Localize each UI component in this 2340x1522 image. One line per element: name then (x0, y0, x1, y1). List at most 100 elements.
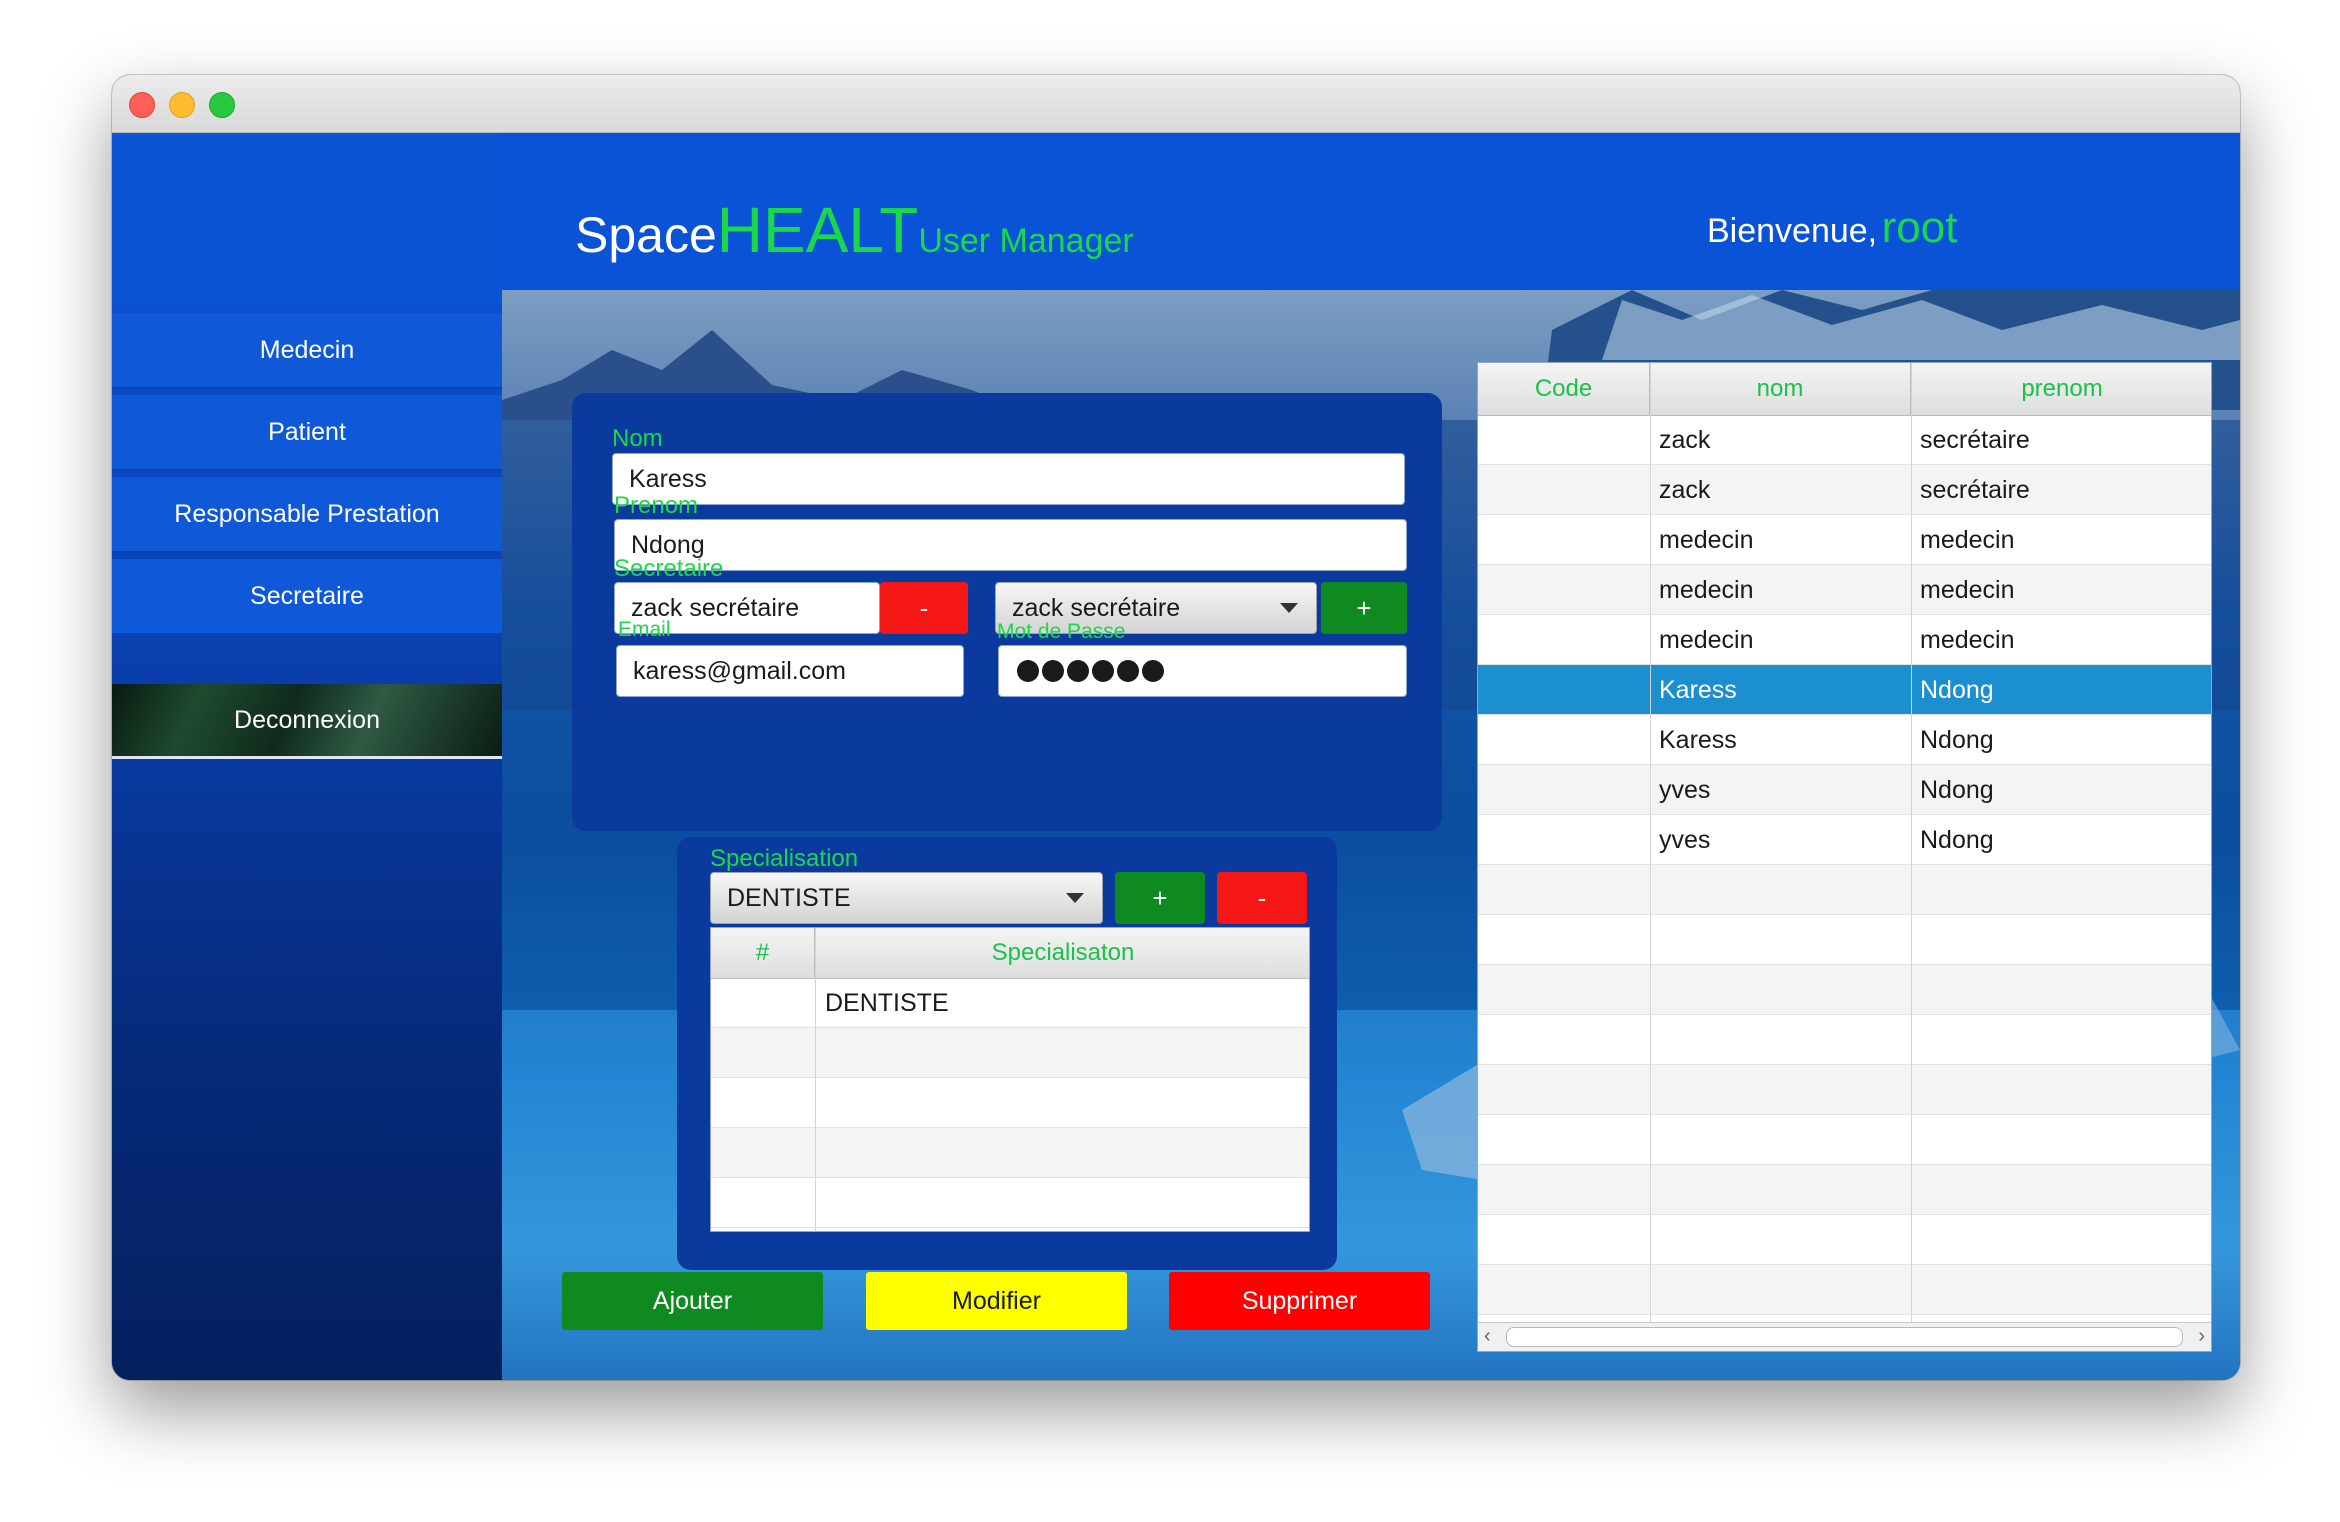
table-row-empty (711, 1078, 1309, 1128)
brand-space: Space (575, 207, 717, 263)
table-row-empty (1478, 1215, 2211, 1265)
row-prenom: secrétaire (1920, 425, 2030, 454)
header: SpaceHEALTUser Manager Bienvenue, root (502, 133, 2240, 290)
sidebar-header (112, 133, 502, 305)
table-row-empty (1478, 1165, 2211, 1215)
table-row-empty (1478, 1015, 2211, 1065)
column-header-number[interactable]: # (711, 928, 815, 978)
column-divider (1911, 363, 1912, 1351)
table-row-empty (711, 1128, 1309, 1178)
table-row[interactable]: yves Ndong (1478, 815, 2211, 865)
specialisation-panel: Specialisation DENTISTE + - # Specialisa… (677, 837, 1337, 1270)
zoom-window-button[interactable] (209, 92, 235, 118)
add-button[interactable]: Ajouter (562, 1272, 823, 1330)
specialisation-select[interactable]: DENTISTE (710, 872, 1103, 924)
logout-button[interactable]: Deconnexion (112, 684, 502, 759)
sidebar: Medecin Patient Responsable Prestation S… (112, 133, 502, 1380)
row-prenom: Ndong (1920, 675, 1994, 704)
horizontal-scrollbar[interactable]: ‹ › (1478, 1322, 2211, 1351)
column-header-nom[interactable]: nom (1650, 363, 1911, 415)
remove-secretaire-button[interactable]: - (880, 582, 968, 634)
modify-button[interactable]: Modifier (866, 1272, 1127, 1330)
row-nom: Karess (1659, 675, 1737, 704)
table-row[interactable]: zack secrétaire (1478, 415, 2211, 465)
specialisation-label: Specialisation (710, 845, 859, 872)
delete-button[interactable]: Supprimer (1169, 1272, 1430, 1330)
table-row-empty (1478, 965, 2211, 1015)
table-row[interactable]: yves Ndong (1478, 765, 2211, 815)
app-body: Medecin Patient Responsable Prestation S… (112, 133, 2240, 1380)
email-label: Email (618, 618, 671, 641)
column-divider (1650, 363, 1651, 1351)
sidebar-item-patient[interactable]: Patient (112, 395, 502, 471)
table-row-empty (1478, 1115, 2211, 1165)
row-prenom: Ndong (1920, 825, 1994, 854)
table-row[interactable]: medecin medecin (1478, 615, 2211, 665)
sidebar-item-secretaire[interactable]: Secretaire (112, 559, 502, 635)
prenom-input[interactable]: Ndong (614, 519, 1407, 571)
current-user: root (1881, 203, 1958, 252)
users-table[interactable]: Code nom prenom zack secrétaire zack secrét… (1477, 362, 2212, 1352)
chevron-down-icon (1280, 603, 1298, 613)
nom-label: Nom (612, 425, 663, 452)
table-row-empty (711, 1178, 1309, 1228)
sidebar-item-medecin[interactable]: Medecin (112, 313, 502, 389)
scroll-left-icon[interactable]: ‹ (1484, 1325, 1491, 1348)
table-row[interactable]: DENTISTE (711, 978, 1309, 1028)
row-nom: medecin (1659, 575, 1754, 604)
email-input[interactable]: karess@gmail.com (616, 645, 964, 697)
table-row-empty (1478, 915, 2211, 965)
table-row[interactable]: medecin medecin (1478, 565, 2211, 615)
table-row[interactable]: zack secrétaire (1478, 465, 2211, 515)
content-area: Nom Karess Prenom Ndong Secretaire zack … (502, 290, 2240, 1380)
specialisation-select-value: DENTISTE (727, 883, 851, 912)
table-row-empty (1478, 865, 2211, 915)
column-header-specialisation[interactable]: Specialisaton (815, 928, 1309, 978)
column-divider (815, 928, 816, 1231)
row-nom: yves (1659, 775, 1711, 804)
table-row[interactable]: Karess Ndong (1478, 665, 2211, 715)
app-window: Medecin Patient Responsable Prestation S… (112, 75, 2240, 1380)
row-prenom: medecin (1920, 575, 2015, 604)
secretaire-select-value: zack secrétaire (1012, 593, 1181, 622)
title-bar (112, 75, 2240, 133)
close-window-button[interactable] (129, 92, 155, 118)
specialisation-table[interactable]: # Specialisaton DENTISTE (710, 927, 1310, 1232)
user-form-panel: Nom Karess Prenom Ndong Secretaire zack … (572, 393, 1442, 831)
remove-specialisation-button[interactable]: - (1217, 872, 1307, 924)
add-secretaire-button[interactable]: + (1321, 582, 1407, 634)
sidebar-item-responsable-prestation[interactable]: Responsable Prestation (112, 477, 502, 553)
logout-label: Deconnexion (234, 705, 380, 734)
app-brand: SpaceHEALTUser Manager (575, 193, 1134, 267)
scroll-right-icon[interactable]: › (2198, 1325, 2205, 1348)
table-row-empty (1478, 1065, 2211, 1115)
table-row-empty (1478, 1265, 2211, 1315)
row-prenom: medecin (1920, 625, 2015, 654)
scrollbar-thumb[interactable] (1506, 1327, 2183, 1347)
brand-user-manager: User Manager (918, 222, 1134, 260)
row-specialisation: DENTISTE (825, 988, 949, 1017)
specialisation-table-header: # Specialisaton (711, 928, 1309, 979)
nom-input[interactable]: Karess (612, 453, 1405, 505)
row-nom: zack (1659, 425, 1711, 454)
row-nom: medecin (1659, 625, 1754, 654)
column-header-prenom[interactable]: prenom (1911, 363, 2211, 415)
prenom-label: Prenom (614, 492, 699, 519)
row-prenom: Ndong (1920, 775, 1994, 804)
table-row-empty (711, 1028, 1309, 1078)
welcome-message: Bienvenue, root (1707, 203, 1957, 253)
row-prenom: secrétaire (1920, 475, 2030, 504)
password-mask (1017, 660, 1164, 682)
row-prenom: medecin (1920, 525, 2015, 554)
chevron-down-icon (1066, 893, 1084, 903)
add-specialisation-button[interactable]: + (1115, 872, 1205, 924)
password-label: Mot de Passe (997, 620, 1126, 643)
users-table-header: Code nom prenom (1478, 363, 2211, 416)
brand-healt: HEALT (716, 194, 919, 266)
password-input[interactable] (998, 645, 1407, 697)
minimize-window-button[interactable] (169, 92, 195, 118)
table-row[interactable]: medecin medecin (1478, 515, 2211, 565)
row-nom: Karess (1659, 725, 1737, 754)
column-header-code[interactable]: Code (1478, 363, 1650, 415)
table-row[interactable]: Karess Ndong (1478, 715, 2211, 765)
